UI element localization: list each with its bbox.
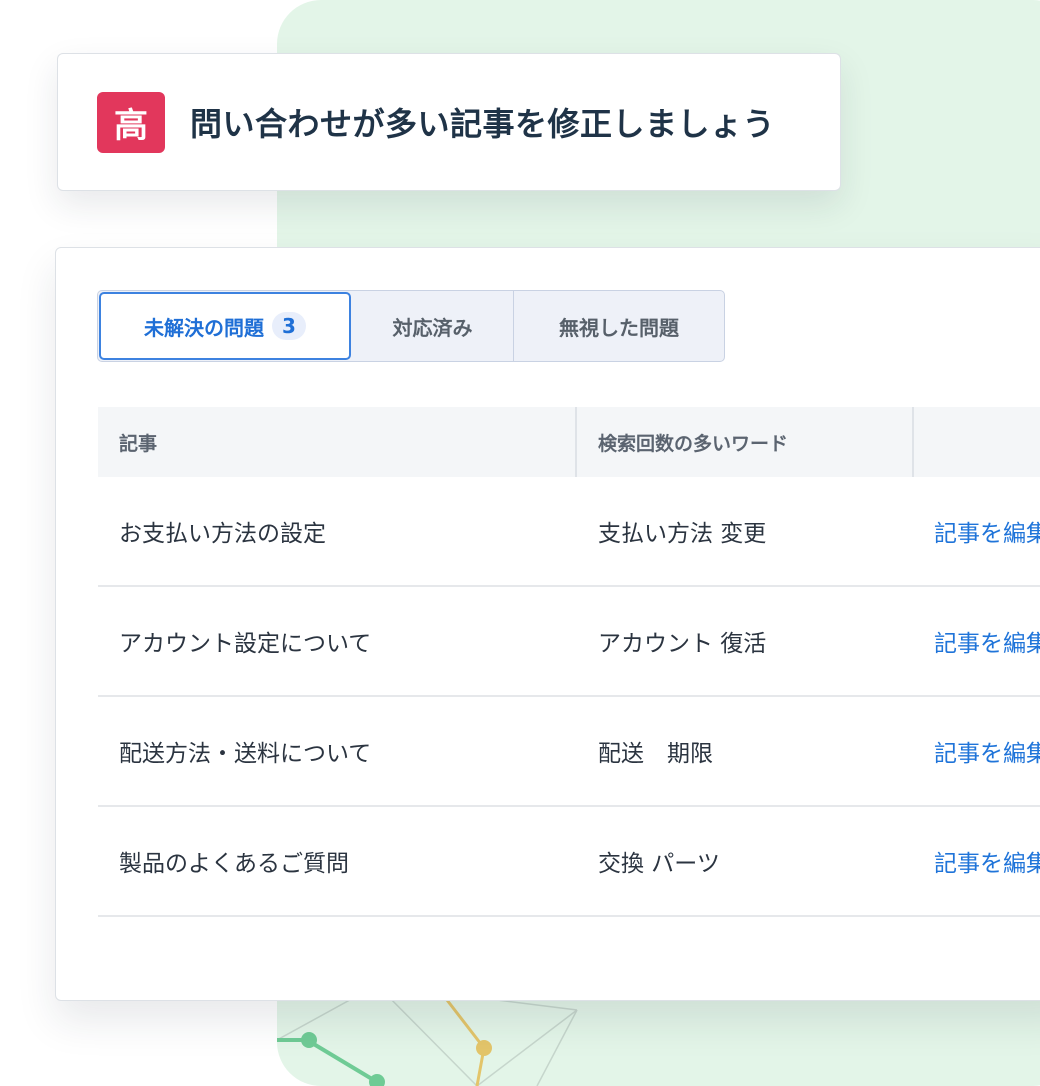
tab-resolved-label: 対応済み <box>392 315 473 340</box>
tab-ignored-label: 無視した問題 <box>559 315 679 340</box>
search-keywords: 支払い方法 変更 <box>598 521 767 547</box>
table-row: 配送方法・送料について 配送 期限 記事を編集 <box>98 697 1040 807</box>
table-row: 製品のよくあるご質問 交換 パーツ 記事を編集 <box>98 807 1040 917</box>
search-keywords: 配送 期限 <box>598 741 713 767</box>
edit-article-link[interactable]: 記事を編集 <box>934 741 1040 767</box>
table-row: アカウント設定について アカウント 復活 記事を編集 <box>98 587 1040 697</box>
priority-badge: 高 <box>97 91 165 153</box>
tab-ignored[interactable]: 無視した問題 <box>514 291 724 361</box>
search-keywords: 交換 パーツ <box>598 851 720 877</box>
issues-card: 未解決の問題 3 対応済み 無視した問題 記事 検索回数の多いワード お支払い方… <box>55 247 1040 1001</box>
edit-article-link[interactable]: 記事を編集 <box>934 851 1040 877</box>
page-title: 問い合わせが多い記事を修正しましょう <box>190 105 776 143</box>
edit-article-link[interactable]: 記事を編集 <box>934 631 1040 657</box>
issues-table: 記事 検索回数の多いワード お支払い方法の設定 支払い方法 変更 記事を編集 ア… <box>98 407 1040 917</box>
edit-article-link[interactable]: 記事を編集 <box>934 521 1040 547</box>
article-title: アカウント設定について <box>119 631 372 657</box>
header-card: 高 問い合わせが多い記事を修正しましょう <box>57 53 841 191</box>
tab-unresolved[interactable]: 未解決の問題 3 <box>99 292 351 360</box>
tab-unresolved-label: 未解決の問題 <box>144 315 265 340</box>
table-header: 記事 検索回数の多いワード <box>98 407 1040 477</box>
column-header-action <box>914 407 1040 477</box>
tab-unresolved-count-badge: 3 <box>272 312 306 340</box>
article-title: 製品のよくあるご質問 <box>119 851 349 877</box>
article-title: お支払い方法の設定 <box>119 521 326 547</box>
column-header-keywords: 検索回数の多いワード <box>577 407 914 477</box>
table-row: お支払い方法の設定 支払い方法 変更 記事を編集 <box>98 477 1040 587</box>
search-keywords: アカウント 復活 <box>598 631 767 657</box>
column-header-article: 記事 <box>98 407 577 477</box>
tab-resolved[interactable]: 対応済み <box>352 291 514 361</box>
article-title: 配送方法・送料について <box>119 741 372 767</box>
status-tabs: 未解決の問題 3 対応済み 無視した問題 <box>97 290 725 362</box>
